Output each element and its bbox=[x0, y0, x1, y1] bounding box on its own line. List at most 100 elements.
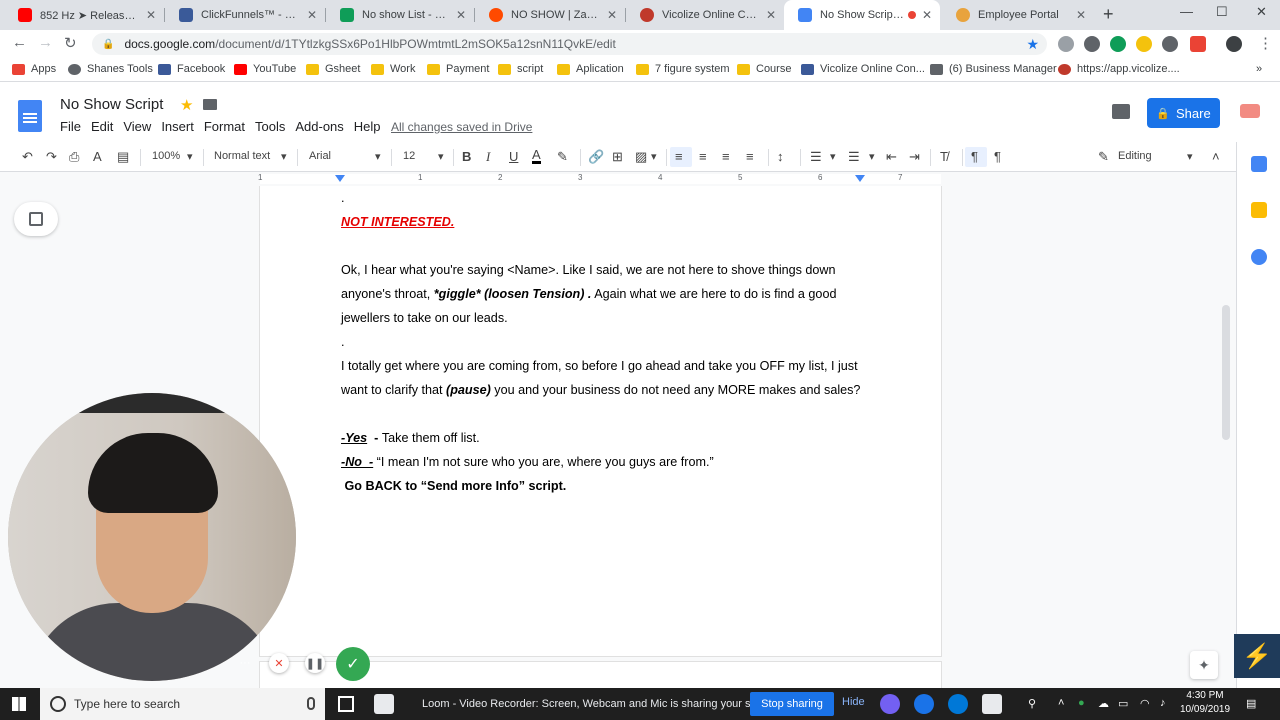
wifi-icon[interactable]: ◠ bbox=[1140, 697, 1150, 710]
bookmark-aplication[interactable]: Aplication bbox=[557, 63, 624, 75]
align-right-icon[interactable]: ≡ bbox=[722, 149, 730, 164]
scrollbar[interactable] bbox=[1222, 305, 1230, 440]
tasks-icon[interactable] bbox=[1251, 249, 1267, 265]
notifications-icon[interactable]: ▤ bbox=[1246, 697, 1256, 710]
tab-clickfunnels[interactable]: ClickFunnels™ - Market ✕ bbox=[165, 0, 325, 30]
bookmark-course[interactable]: Course bbox=[737, 63, 791, 75]
close-window-icon[interactable]: ✕ bbox=[1256, 4, 1267, 20]
redo-icon[interactable]: ↷ bbox=[46, 149, 57, 165]
more-bookmarks-icon[interactable]: » bbox=[1256, 63, 1262, 75]
bookmark-shanes-tools[interactable]: Shanes Tools bbox=[68, 63, 153, 75]
reload-icon[interactable]: ↻ bbox=[64, 34, 77, 52]
back-icon[interactable]: ← bbox=[12, 34, 27, 51]
maximize-icon[interactable]: ☐ bbox=[1216, 4, 1228, 20]
star-icon[interactable]: ★ bbox=[180, 96, 193, 114]
close-icon[interactable]: ✕ bbox=[922, 8, 932, 22]
lightning-icon[interactable]: ⚡ bbox=[1234, 634, 1280, 678]
volume-icon[interactable]: ♪ bbox=[1160, 697, 1166, 709]
text-color-button[interactable]: A bbox=[532, 148, 541, 164]
insert-image-icon[interactable]: ▨ bbox=[635, 149, 647, 165]
font-select[interactable]: Arial bbox=[309, 150, 331, 162]
folder-icon[interactable] bbox=[203, 99, 217, 110]
photos-icon[interactable] bbox=[982, 694, 1002, 714]
menu-format[interactable]: Format bbox=[204, 119, 245, 134]
bookmark-apps[interactable]: Apps bbox=[12, 63, 56, 75]
document-outline-button[interactable] bbox=[14, 202, 58, 236]
right-indent-marker[interactable] bbox=[855, 175, 865, 182]
close-icon[interactable]: ✕ bbox=[607, 8, 617, 22]
windows-start-icon[interactable] bbox=[12, 697, 26, 711]
account-avatar[interactable] bbox=[1240, 104, 1260, 118]
increase-indent-icon[interactable]: ⇥ bbox=[909, 149, 920, 165]
docs-logo-icon[interactable] bbox=[18, 100, 42, 132]
bookmark-work[interactable]: Work bbox=[371, 63, 415, 75]
chrome-icon[interactable] bbox=[914, 694, 934, 714]
extension-icon[interactable] bbox=[1190, 36, 1206, 52]
edge-icon[interactable] bbox=[948, 694, 968, 714]
collapse-menu-icon[interactable]: ˄ bbox=[1212, 149, 1220, 164]
document-title[interactable]: No Show Script bbox=[60, 96, 163, 113]
print-icon[interactable]: ⎙ bbox=[69, 149, 79, 165]
font-size-select[interactable]: 12 bbox=[403, 150, 415, 162]
stop-sharing-button[interactable]: Stop sharing bbox=[750, 692, 834, 716]
tab-no-show-list[interactable]: No show List - Google ✕ bbox=[326, 0, 474, 30]
calendar-icon[interactable] bbox=[1251, 156, 1267, 172]
bookmark-vicolize[interactable]: Vicolize Online Con... bbox=[801, 63, 925, 75]
menu-insert[interactable]: Insert bbox=[161, 119, 194, 134]
close-icon[interactable]: ✕ bbox=[1076, 8, 1086, 22]
bookmark-youtube[interactable]: YouTube bbox=[234, 63, 296, 75]
close-icon[interactable]: ✕ bbox=[766, 8, 776, 22]
viber-icon[interactable] bbox=[880, 694, 900, 714]
align-left-icon[interactable]: ≡ bbox=[675, 149, 683, 164]
bold-button[interactable]: B bbox=[462, 149, 471, 164]
menu-help[interactable]: Help bbox=[354, 119, 381, 134]
address-bar[interactable]: 🔒 docs.google.com/document/d/1TYtlzkgSSx… bbox=[92, 33, 1047, 55]
close-icon[interactable]: ✕ bbox=[307, 8, 317, 22]
menu-tools[interactable]: Tools bbox=[255, 119, 285, 134]
menu-view[interactable]: View bbox=[123, 119, 151, 134]
bookmark-script[interactable]: script bbox=[498, 63, 543, 75]
underline-button[interactable]: U bbox=[509, 149, 518, 164]
insert-comment-icon[interactable]: ⊞ bbox=[612, 149, 623, 165]
extension-icon[interactable] bbox=[1162, 36, 1178, 52]
forward-icon[interactable]: → bbox=[38, 34, 53, 51]
undo-icon[interactable]: ↶ bbox=[22, 149, 33, 165]
link-icon[interactable]: 🔗 bbox=[588, 149, 604, 165]
clear-formatting-icon[interactable]: T̸ bbox=[940, 149, 948, 164]
extension-icon[interactable] bbox=[1058, 36, 1074, 52]
share-button[interactable]: 🔒 Share bbox=[1147, 98, 1220, 128]
align-center-icon[interactable]: ≡ bbox=[699, 149, 707, 164]
finish-recording-icon[interactable]: ✓ bbox=[336, 647, 370, 681]
document-page[interactable]: . NOT INTERESTED. Ok, I hear what you're… bbox=[260, 186, 941, 656]
tab-youtube[interactable]: 852 Hz ➤ Release Unc ✕ bbox=[4, 0, 164, 30]
extension-icon[interactable] bbox=[1084, 36, 1100, 52]
decrease-indent-icon[interactable]: ⇤ bbox=[886, 149, 897, 165]
more-icon[interactable]: ⋮ bbox=[1258, 34, 1273, 52]
bookmark-payment[interactable]: Payment bbox=[427, 63, 489, 75]
tab-no-show-script[interactable]: No Show Script - G ✕ bbox=[784, 0, 940, 30]
paint-format-icon[interactable]: ▤ bbox=[117, 149, 129, 165]
left-to-right-icon[interactable]: ¶ bbox=[971, 149, 978, 164]
webcam-bubble[interactable] bbox=[8, 393, 296, 681]
tab-zapier[interactable]: NO SHOW | Zapier ✕ bbox=[475, 0, 625, 30]
tab-employee-portal[interactable]: Employee Portal ✕ bbox=[942, 0, 1094, 30]
comment-icon[interactable] bbox=[1112, 104, 1130, 119]
extension-icon[interactable] bbox=[1136, 36, 1152, 52]
bookmark-business-manager[interactable]: (6) Business Manager bbox=[930, 63, 1057, 75]
menu-edit[interactable]: Edit bbox=[91, 119, 113, 134]
battery-icon[interactable]: ▭ bbox=[1118, 697, 1128, 710]
document-body[interactable]: . NOT INTERESTED. Ok, I hear what you're… bbox=[341, 186, 871, 498]
more-options-icon[interactable]: ··· bbox=[235, 653, 255, 673]
save-status[interactable]: All changes saved in Drive bbox=[391, 120, 532, 134]
bookmark-facebook[interactable]: Facebook bbox=[158, 63, 225, 75]
task-view-icon[interactable] bbox=[338, 696, 354, 712]
mic-icon[interactable] bbox=[307, 697, 315, 710]
bookmark-app-vicolize[interactable]: https://app.vicolize.... bbox=[1058, 63, 1180, 75]
editing-mode-select[interactable]: Editing bbox=[1118, 150, 1152, 162]
people-icon[interactable]: ⚲ bbox=[1028, 697, 1036, 710]
tray-app-icon[interactable]: ● bbox=[1078, 697, 1085, 709]
new-tab-button[interactable]: + bbox=[1103, 4, 1114, 25]
bulleted-list-icon[interactable]: ☰ bbox=[848, 149, 860, 165]
bookmark-gsheet[interactable]: Gsheet bbox=[306, 63, 360, 75]
close-icon[interactable]: ✕ bbox=[456, 8, 466, 22]
